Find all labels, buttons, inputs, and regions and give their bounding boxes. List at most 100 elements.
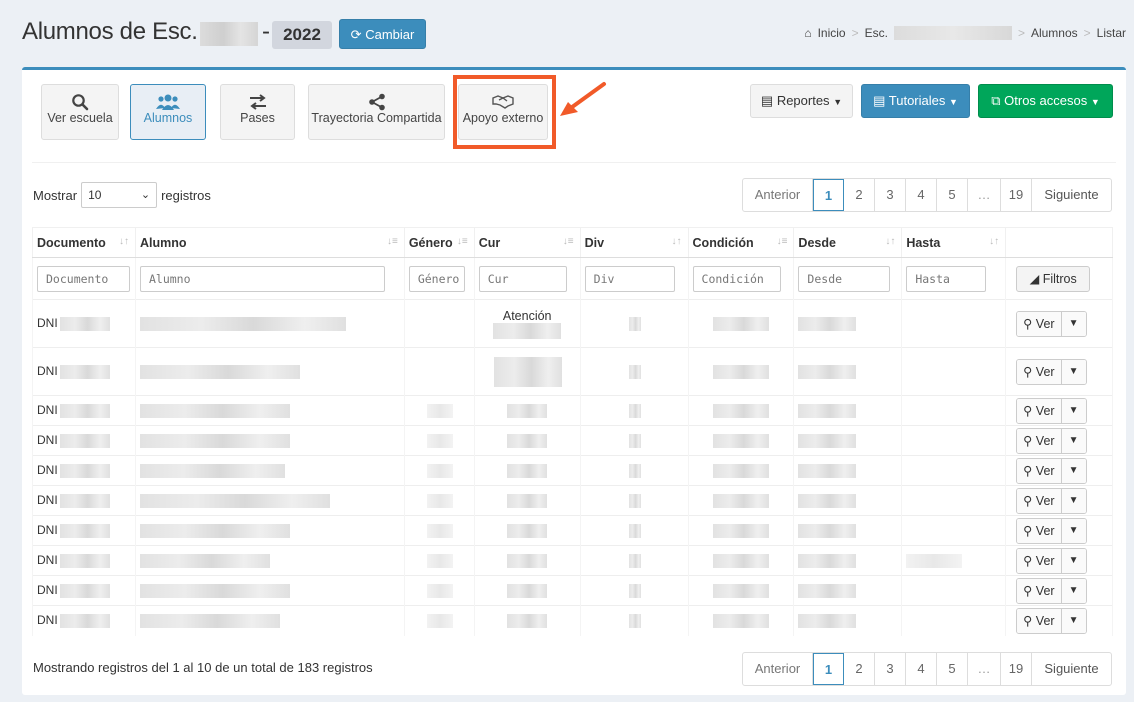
alumnos-button[interactable]: Alumnos (130, 84, 206, 140)
redacted-value (628, 493, 641, 508)
caret-down-icon[interactable]: ▼ (1061, 518, 1086, 543)
filtros-button[interactable]: ◢ Filtros (1016, 265, 1091, 292)
sort-icon: ↓≡ (386, 236, 398, 247)
filter-hasta-input[interactable]: Hasta (906, 265, 987, 292)
caret-down-icon[interactable]: ▼ (1061, 428, 1086, 453)
cell-genero (403, 485, 475, 516)
redacted-value (426, 463, 453, 478)
cell-genero (403, 545, 475, 576)
reportes-dropdown[interactable]: ▤ Reportes ▼ (750, 84, 853, 118)
pagination-page[interactable]: 4 (906, 653, 937, 685)
ver-button[interactable]: ⚲ Ver (1017, 518, 1062, 543)
pagination-page[interactable]: 3 (875, 179, 906, 211)
ver-button-group: ⚲ Ver ▼ (1016, 310, 1087, 337)
dni-label: DNI (37, 583, 58, 598)
pagination-page[interactable]: 2 (844, 179, 875, 211)
table-row: DNI ⚲ Ver ▼ (32, 425, 1113, 456)
redacted-value (139, 364, 300, 379)
filter-genero-input[interactable]: Género (408, 265, 465, 292)
dni-label: DNI (37, 403, 58, 418)
filter-div-input[interactable]: Div (584, 265, 675, 292)
col-header-hasta[interactable]: Hasta ↓↑ (901, 227, 1007, 258)
caret-down-icon[interactable]: ▼ (1061, 548, 1086, 573)
col-header-alumno[interactable]: Alumno ↓≡ (134, 227, 405, 258)
cell-genero (403, 395, 475, 426)
caret-down-icon[interactable]: ▼ (1061, 578, 1086, 603)
redacted-value (712, 433, 769, 448)
ver-escuela-button[interactable]: Ver escuela (41, 84, 119, 140)
filter-alumno-input[interactable]: Alumno (139, 265, 385, 292)
cell-cur (473, 605, 581, 636)
pagination-page[interactable]: 3 (875, 653, 906, 685)
ver-button[interactable]: ⚲ Ver (1017, 548, 1062, 573)
redacted-value (426, 493, 453, 508)
ver-button[interactable]: ⚲ Ver (1017, 311, 1062, 336)
cell-div (579, 347, 689, 396)
redacted-value (798, 583, 857, 598)
filter-desde-input[interactable]: Desde (798, 265, 891, 292)
caret-down-icon[interactable]: ▼ (1061, 311, 1086, 336)
redacted-value (426, 523, 453, 538)
pagination-page[interactable]: 4 (906, 179, 937, 211)
caret-down-icon[interactable]: ▼ (1061, 398, 1086, 423)
length-select[interactable]: 10 ⌄ (81, 182, 158, 208)
filter-documento-input[interactable]: Documento (37, 265, 130, 292)
pagination-siguiente[interactable]: Siguiente (1032, 179, 1111, 211)
filter-cur-input[interactable]: Cur (478, 265, 567, 292)
tutoriales-dropdown[interactable]: ▤ Tutoriales ▼ (861, 84, 970, 118)
otros-accesos-dropdown[interactable]: ⧉ Otros accesos ▼ (978, 84, 1113, 118)
col-header-div[interactable]: Div ↓↑ (579, 227, 689, 258)
breadcrumb-esc[interactable]: Esc. (865, 26, 888, 40)
cambiar-button[interactable]: ⟳ Cambiar (339, 19, 426, 49)
cell-hasta (901, 515, 1007, 546)
pagination-page[interactable]: 2 (844, 653, 875, 685)
redacted-value (139, 493, 330, 508)
col-header-documento[interactable]: Documento ↓↑ (32, 227, 136, 258)
pagination-page[interactable]: 19 (1001, 653, 1032, 685)
ver-button[interactable]: ⚲ Ver (1017, 608, 1062, 633)
redacted-value (628, 463, 641, 478)
cambiar-label: Cambiar (365, 27, 415, 42)
trayectoria-compartida-button[interactable]: Trayectoria Compartida (308, 84, 445, 140)
caret-down-icon[interactable]: ▼ (1061, 488, 1086, 513)
pagination-page[interactable]: 1 (813, 653, 844, 685)
redacted-value (712, 316, 769, 331)
pagination-page[interactable]: 5 (937, 179, 968, 211)
pagination-anterior[interactable]: Anterior (743, 179, 813, 211)
pases-button[interactable]: Pases (220, 84, 295, 140)
cell-desde (793, 347, 903, 396)
ver-button[interactable]: ⚲ Ver (1017, 458, 1062, 483)
pagination-anterior[interactable]: Anterior (743, 653, 813, 685)
ver-label: Ver (1035, 613, 1055, 628)
pagination-page[interactable]: 1 (813, 179, 844, 211)
ver-button[interactable]: ⚲ Ver (1017, 488, 1062, 513)
cell-div (579, 545, 689, 576)
breadcrumb-alumnos[interactable]: Alumnos (1031, 26, 1078, 40)
cell-cur (473, 455, 581, 486)
ver-button[interactable]: ⚲ Ver (1017, 359, 1062, 384)
breadcrumb-school-redacted (893, 26, 1012, 40)
breadcrumb-home[interactable]: Inicio (818, 26, 846, 40)
search-icon (42, 85, 118, 111)
cell-alumno (134, 347, 405, 396)
filter-condicion-input[interactable]: Condición (692, 265, 781, 292)
caret-down-icon[interactable]: ▼ (1061, 608, 1086, 633)
col-header-condicion[interactable]: Condición ↓≡ (687, 227, 795, 258)
cell-alumno (134, 299, 405, 348)
redacted-value (628, 364, 641, 379)
caret-down-icon[interactable]: ▼ (1061, 458, 1086, 483)
col-header-cur[interactable]: Cur ↓≡ (473, 227, 581, 258)
redacted-value (506, 583, 547, 598)
col-header-desde[interactable]: Desde ↓↑ (793, 227, 903, 258)
pagination-siguiente[interactable]: Siguiente (1032, 653, 1111, 685)
ver-button[interactable]: ⚲ Ver (1017, 428, 1062, 453)
redacted-value (59, 463, 110, 478)
ver-button[interactable]: ⚲ Ver (1017, 398, 1062, 423)
ver-label: Ver (1035, 364, 1055, 379)
caret-down-icon[interactable]: ▼ (1061, 359, 1086, 384)
ver-button[interactable]: ⚲ Ver (1017, 578, 1062, 603)
search-icon: ⚲ (1023, 463, 1033, 478)
pagination-page[interactable]: 5 (937, 653, 968, 685)
pagination-page[interactable]: 19 (1001, 179, 1032, 211)
col-header-genero[interactable]: Género ↓≡ (403, 227, 475, 258)
